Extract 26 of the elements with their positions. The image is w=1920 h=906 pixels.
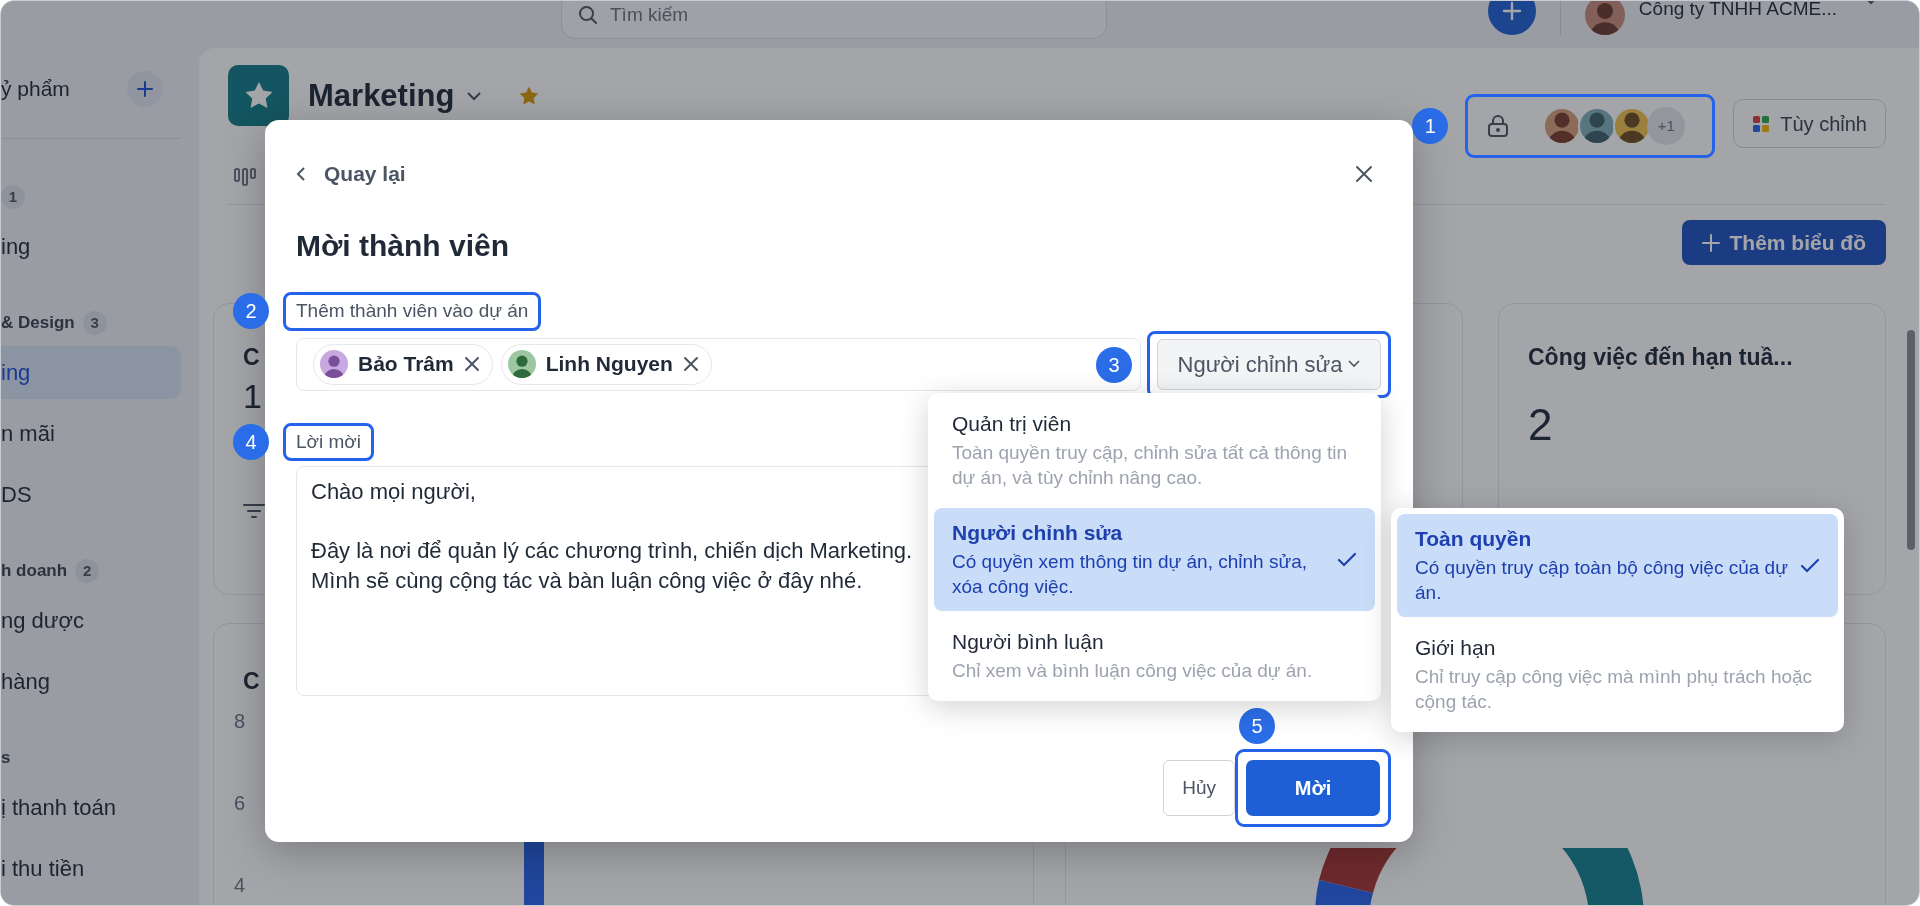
option-title: Giới hạn xyxy=(1415,635,1497,661)
count-badge: 1 xyxy=(1,185,25,209)
field-label: Lời mời xyxy=(296,430,362,452)
option-description: Có quyền xem thông tin dự án, chỉnh sửa, xóa công việc. xyxy=(952,550,1308,599)
count-badge: 2 xyxy=(75,559,100,583)
axis-label: 4 xyxy=(234,874,246,896)
axis-label: 6 xyxy=(234,792,246,814)
field-label: Thêm thành viên vào dự án xyxy=(296,300,529,321)
stat-value: 1 xyxy=(243,378,262,413)
project-title: Marketing xyxy=(308,77,455,115)
option-description: Toàn quyền truy cập, chỉnh sửa tất cả thông tin dự án, và tùy chỉnh nâng cao. xyxy=(952,441,1349,490)
option-title: Quản trị viên xyxy=(952,411,1073,437)
count-badge: 3 xyxy=(82,311,107,335)
stat-value: 2 xyxy=(1528,402,1553,447)
option-title: Người chỉnh sửa xyxy=(952,520,1124,546)
option-description: Có quyền truy cập toàn bộ công việc của dự án. xyxy=(1415,556,1788,605)
axis-label: 8 xyxy=(234,710,246,732)
option-description: Chỉ truy cập công việc mà mình phụ trách hoặc cộng tác. xyxy=(1415,665,1814,714)
card-title: C xyxy=(243,667,260,696)
option-description: Chỉ xem và bình luận công việc của dự án. xyxy=(952,659,1314,683)
option-title: Người bình luận xyxy=(952,629,1105,655)
option-title: Toàn quyền xyxy=(1415,526,1533,552)
dialog-title: Mời thành viên xyxy=(296,228,510,264)
step-badge: 1 xyxy=(1412,108,1449,144)
card-title: C xyxy=(243,343,260,372)
card-title: Công việc đến hạn tuầ... xyxy=(1528,343,1793,372)
